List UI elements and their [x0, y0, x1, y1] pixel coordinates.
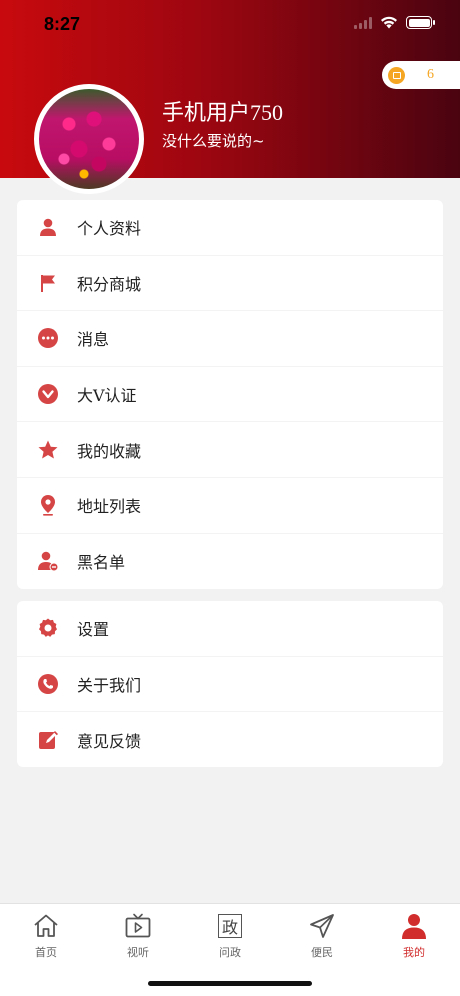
menu-card-secondary: 设置 关于我们 意见反馈: [17, 601, 443, 767]
edit-icon: [37, 729, 59, 751]
battery-icon: [406, 16, 435, 29]
menu-item-big-v[interactable]: 大V认证: [17, 367, 443, 423]
zheng-icon: 政: [216, 912, 244, 940]
menu-item-label: 我的收藏: [77, 441, 142, 461]
person-icon: [37, 216, 59, 238]
tab-home[interactable]: 首页: [0, 904, 92, 996]
menu-item-label: 设置: [77, 620, 110, 640]
menu-item-address-list[interactable]: 地址列表: [17, 478, 443, 534]
wifi-icon: [381, 16, 397, 29]
menu-item-label: 意见反馈: [77, 731, 142, 751]
v-badge-icon: [37, 383, 59, 405]
tab-label: 我的: [403, 946, 425, 959]
status-bar: 8:27: [0, 0, 460, 48]
menu-item-label: 关于我们: [77, 675, 142, 695]
send-icon: [308, 912, 336, 940]
home-indicator[interactable]: [148, 981, 312, 986]
home-icon: [32, 912, 60, 940]
user-filled-icon: [400, 912, 428, 940]
menu-item-label: 积分商城: [77, 274, 142, 294]
menu-item-feedback[interactable]: 意见反馈: [17, 712, 443, 768]
tab-label: 视听: [127, 946, 149, 959]
status-icons: [354, 16, 435, 29]
menu-item-label: 消息: [77, 330, 110, 350]
coin-icon: [388, 66, 405, 84]
menu-item-blacklist[interactable]: 黑名单: [17, 534, 443, 590]
menu-item-label: 个人资料: [77, 219, 142, 239]
menu-item-messages[interactable]: 消息: [17, 311, 443, 367]
menu-item-settings[interactable]: 设置: [17, 601, 443, 657]
menu-item-points-mall[interactable]: 积分商城: [17, 256, 443, 312]
tab-label: 便民: [311, 946, 333, 959]
menu-item-about-us[interactable]: 关于我们: [17, 657, 443, 713]
menu-item-label: 大V认证: [77, 386, 137, 406]
avatar[interactable]: [34, 84, 144, 194]
user-signature: 没什么要说的~: [162, 132, 265, 150]
cellular-signal-icon: [354, 16, 372, 29]
menu-item-label: 黑名单: [77, 553, 126, 573]
menu-card-primary: 个人资料 积分商城 消息 大V认证 我的收藏 地址列表 黑名单: [17, 200, 443, 589]
chat-icon: [37, 327, 59, 349]
location-pin-icon: [37, 494, 59, 516]
tab-label: 首页: [35, 946, 57, 959]
points-value: 6: [427, 67, 434, 82]
phone-icon: [37, 673, 59, 695]
tab-mine[interactable]: 我的: [368, 904, 460, 996]
tab-label: 问政: [219, 946, 241, 959]
star-icon: [37, 439, 59, 461]
points-badge[interactable]: 6: [382, 61, 460, 89]
user-block-icon: [37, 550, 59, 572]
username[interactable]: 手机用户750: [162, 95, 283, 127]
menu-item-label: 地址列表: [77, 497, 142, 517]
menu-item-favorites[interactable]: 我的收藏: [17, 422, 443, 478]
status-time: 8:27: [44, 14, 81, 34]
flag-icon: [37, 272, 59, 294]
gear-icon: [37, 617, 59, 639]
menu-item-profile[interactable]: 个人资料: [17, 200, 443, 256]
zheng-glyph: 政: [218, 914, 242, 938]
tv-play-icon: [124, 912, 152, 940]
